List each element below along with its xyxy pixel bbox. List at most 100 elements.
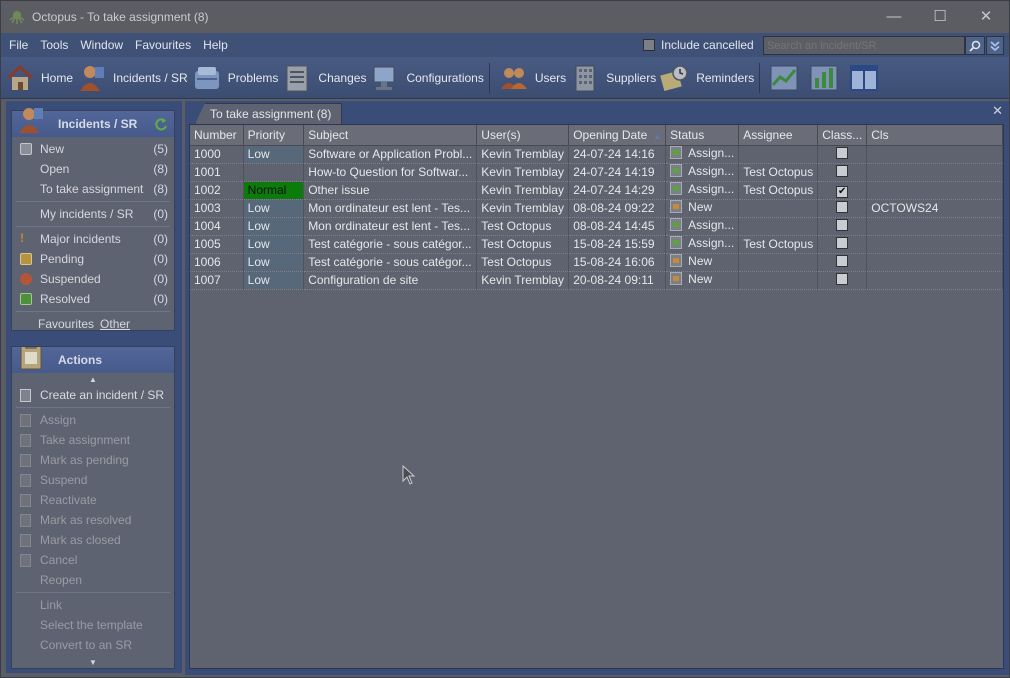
col-header-status[interactable]: Status: [665, 125, 740, 146]
classified-checkbox[interactable]: [836, 218, 849, 231]
nav-divider: [16, 201, 170, 202]
status-indicator: Assign...: [670, 182, 734, 196]
favourites-link[interactable]: Favourites: [38, 317, 94, 331]
include-cancelled-toggle[interactable]: Include cancelled: [643, 38, 754, 52]
suppliers-icon: [570, 63, 600, 93]
nav-divider: [16, 311, 170, 312]
cell-assignee: [738, 253, 819, 272]
status-indicator: New: [670, 272, 712, 286]
cell-subject: How-to Question for Softwar...: [303, 163, 478, 182]
action-create-incident[interactable]: Create an incident / SR: [12, 385, 174, 405]
scroll-up-arrow[interactable]: ▲: [12, 373, 174, 385]
col-header-assignee[interactable]: Assignee: [738, 125, 819, 146]
cell-status: New: [665, 271, 740, 290]
nav-pending-count: (0): [153, 252, 168, 266]
action-assign-label: Assign: [40, 413, 77, 427]
nav-resolved[interactable]: Resolved (0): [12, 289, 174, 309]
search-button[interactable]: [965, 36, 985, 55]
classified-checkbox[interactable]: [836, 164, 849, 177]
menu-help[interactable]: Help: [199, 38, 232, 52]
menu-file[interactable]: File: [5, 38, 32, 52]
other-link[interactable]: Other: [100, 317, 130, 331]
toolbar-problems-label: Problems: [227, 70, 279, 85]
col-header-opening-date[interactable]: Opening Date ▲: [568, 125, 667, 146]
classified-checkbox[interactable]: ✔: [836, 185, 849, 198]
search-options-button[interactable]: [986, 36, 1004, 55]
table-row[interactable]: 1003 Low Mon ordinateur est lent - Tes... K…: [190, 199, 1003, 218]
classified-checkbox[interactable]: [836, 254, 849, 267]
action-mark-resolved[interactable]: Mark as resolved: [12, 510, 174, 530]
classified-checkbox[interactable]: [836, 236, 849, 249]
col-header-priority[interactable]: Priority: [243, 125, 305, 146]
table-row[interactable]: 1002 Normal Other issue Kevin Tremblay 24-07…: [190, 181, 1003, 200]
action-take-assignment[interactable]: Take assignment: [12, 430, 174, 450]
maximize-button[interactable]: ☐: [917, 1, 963, 31]
toolbar-suppliers-button[interactable]: Suppliers: [570, 58, 656, 98]
toolbar-incidents-button[interactable]: Incidents / SR: [77, 58, 188, 98]
col-header-cls[interactable]: Cls: [866, 125, 1003, 146]
cell-classified: [817, 271, 868, 290]
toolbar-users-button[interactable]: Users: [499, 58, 566, 98]
toolbar-layout-button[interactable]: [849, 58, 885, 98]
nav-suspended[interactable]: Suspended (0): [12, 269, 174, 289]
nav-to-take-assignment[interactable]: To take assignment (8): [12, 179, 174, 199]
col-header-number[interactable]: Number: [190, 125, 244, 146]
grid-header-row: Number Priority Subject User(s) Opening …: [190, 125, 1003, 146]
col-header-classified[interactable]: Class...: [817, 125, 868, 146]
close-window-button[interactable]: ✕: [963, 1, 1009, 31]
toolbar-line-chart-button[interactable]: [769, 58, 805, 98]
minimize-button[interactable]: —: [871, 1, 917, 31]
col-header-subject[interactable]: Subject: [303, 125, 478, 146]
classified-checkbox[interactable]: [836, 272, 849, 285]
table-row[interactable]: 1005 Low Test catégorie - sous catégor... T…: [190, 235, 1003, 254]
close-tab-button[interactable]: ✕: [992, 103, 1003, 119]
action-reactivate[interactable]: Reactivate: [12, 490, 174, 510]
classified-checkbox[interactable]: [836, 146, 849, 159]
cell-number: 1000: [190, 145, 244, 164]
panel-layout-icon: [849, 63, 879, 93]
action-assign[interactable]: Assign: [12, 410, 174, 430]
scroll-down-arrow[interactable]: ▼: [12, 656, 174, 668]
cell-subject: Software or Application Probl...: [303, 145, 478, 164]
refresh-icon[interactable]: [154, 117, 168, 131]
action-cancel[interactable]: Cancel: [12, 550, 174, 570]
menu-window[interactable]: Window: [76, 38, 127, 52]
action-convert-sr[interactable]: Convert to an SR: [12, 635, 174, 655]
action-select-template[interactable]: Select the template: [12, 615, 174, 635]
action-suspend[interactable]: Suspend: [12, 470, 174, 490]
action-mark-closed[interactable]: Mark as closed: [12, 530, 174, 550]
nav-major-incidents[interactable]: ! Major incidents (0): [12, 229, 174, 249]
search-input[interactable]: [763, 36, 965, 55]
toolbar-reminders-button[interactable]: Reminders: [660, 58, 754, 98]
action-link[interactable]: Link: [12, 595, 174, 615]
cell-number: 1001: [190, 163, 244, 182]
table-row[interactable]: 1004 Low Mon ordinateur est lent - Tes... T…: [190, 217, 1003, 236]
toolbar-problems-button[interactable]: Problems: [192, 58, 279, 98]
menu-tools[interactable]: Tools: [36, 38, 72, 52]
action-reopen[interactable]: Reopen: [12, 570, 174, 590]
toolbar-bar-chart-button[interactable]: [809, 58, 845, 98]
menu-favourites[interactable]: Favourites: [131, 38, 195, 52]
incidents-panel-icon: [19, 108, 43, 133]
tab-to-take-assignment[interactable]: To take assignment (8): [195, 103, 343, 124]
toolbar-changes-button[interactable]: Changes: [282, 58, 366, 98]
table-row[interactable]: 1001 How-to Question for Softwar... Kevin …: [190, 163, 1003, 182]
cell-assignee: [738, 271, 819, 290]
toolbar-home-button[interactable]: Home: [5, 58, 73, 98]
col-header-users[interactable]: User(s): [476, 125, 570, 146]
nav-pending[interactable]: Pending (0): [12, 249, 174, 269]
nav-my-incidents[interactable]: My incidents / SR (0): [12, 204, 174, 224]
table-row[interactable]: 1006 Low Test catégorie - sous catégor... T…: [190, 253, 1003, 272]
action-mark-pending[interactable]: Mark as pending: [12, 450, 174, 470]
mark-pending-icon: [20, 454, 31, 467]
classified-checkbox[interactable]: [836, 200, 849, 213]
toolbar-configurations-button[interactable]: Configurations: [370, 58, 484, 98]
table-row[interactable]: 1000 Low Software or Application Probl... K…: [190, 145, 1003, 164]
cell-priority: Low: [243, 217, 305, 236]
nav-new[interactable]: New (5): [12, 139, 174, 159]
toolbar-users-label: Users: [534, 70, 567, 85]
include-cancelled-checkbox[interactable]: [643, 39, 655, 51]
nav-open[interactable]: Open (8): [12, 159, 174, 179]
cell-users: Kevin Tremblay: [476, 145, 570, 164]
table-row[interactable]: 1007 Low Configuration de site Kevin Trembl…: [190, 271, 1003, 290]
